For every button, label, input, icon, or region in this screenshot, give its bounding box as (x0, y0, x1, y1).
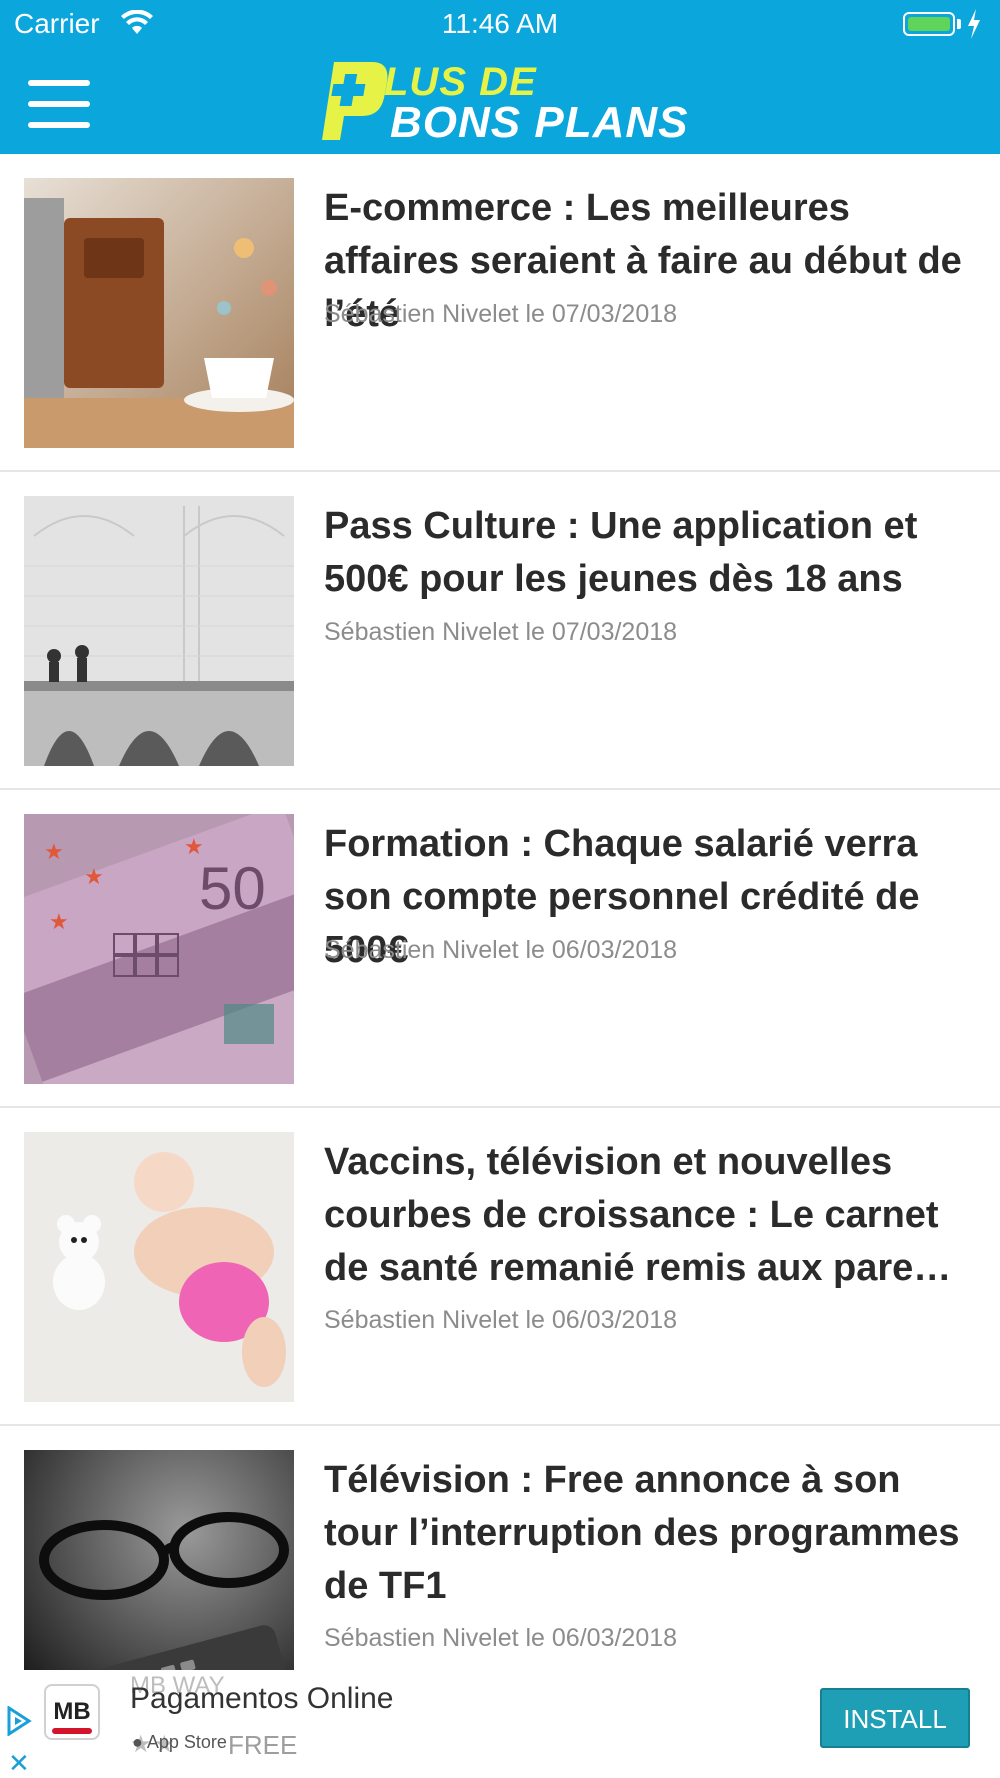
svg-text:★: ★ (84, 864, 104, 889)
euro-banknotes-image: ★ ★ ★ ★ 50 (24, 814, 294, 1084)
ad-close-icon[interactable]: ✕ (8, 1750, 30, 1776)
article-title[interactable]: Vaccins, télévision et nouvelles courbes… (324, 1136, 974, 1295)
battery-tip (957, 19, 961, 29)
battery-icon (903, 12, 955, 36)
ad-banner[interactable]: ✕ MB MB WAY Pagamentos Online ★★ ● App S… (0, 1670, 1000, 1778)
ad-title: Pagamentos Online (130, 1682, 394, 1715)
arcade-hall-image (24, 496, 294, 766)
svg-text:★: ★ (44, 839, 64, 864)
app-logo: LUS DE BONS PLANS (320, 58, 687, 148)
charging-bolt-icon (968, 9, 980, 39)
clock: 11:46 AM (441, 8, 559, 39)
article-title[interactable]: Télévision : Free annonce à son tour l’i… (324, 1454, 974, 1613)
article-meta: Sébastien Nivelet le 07/03/2018 (324, 618, 678, 646)
install-button[interactable]: INSTALL (820, 1688, 970, 1748)
hamburger-menu-icon[interactable] (28, 80, 90, 128)
logo-plus-p-icon (322, 62, 388, 140)
ad-store-label: ● App Store (132, 1732, 227, 1753)
ad-logo-text: MB (53, 1698, 91, 1725)
ad-app-logo: MB (44, 1684, 100, 1740)
adchoices-icon[interactable] (6, 1706, 32, 1736)
article-meta: Sébastien Nivelet le 06/03/2018 (324, 1624, 678, 1652)
laptop-bag-coffee-image (24, 178, 294, 448)
svg-text:★: ★ (49, 909, 69, 934)
svg-text:50: 50 (199, 855, 266, 922)
status-bar: Carrier 11:46 AM (0, 0, 1000, 50)
ad-price: FREE (228, 1730, 298, 1760)
article-meta: Sébastien Nivelet le 06/03/2018 (324, 1306, 678, 1334)
article-list: E-commerce : Les meilleures affaires ser… (0, 154, 1000, 1744)
article-item[interactable]: Vaccins, télévision et nouvelles courbes… (0, 1108, 1000, 1426)
article-meta: Sébastien Nivelet le 06/03/2018 (324, 936, 678, 964)
baby-teddy-image (24, 1132, 294, 1402)
article-item[interactable]: E-commerce : Les meilleures affaires ser… (0, 154, 1000, 472)
article-title[interactable]: Pass Culture : Une application et 500€ p… (324, 500, 974, 606)
app-header: Carrier 11:46 AM LUS DE BONS PLANS (0, 0, 1000, 154)
ad-store-text: App Store (146, 1732, 227, 1752)
apple-icon: ● (132, 1732, 143, 1752)
article-item[interactable]: ★ ★ ★ ★ 50 Formation : Chaque salarié verra… (0, 790, 1000, 1108)
logo-text-bottom: BONS PLANS (390, 98, 689, 147)
article-meta: Sébastien Nivelet le 07/03/2018 (324, 300, 678, 328)
article-item[interactable]: Pass Culture : Une application et 500€ p… (0, 472, 1000, 790)
